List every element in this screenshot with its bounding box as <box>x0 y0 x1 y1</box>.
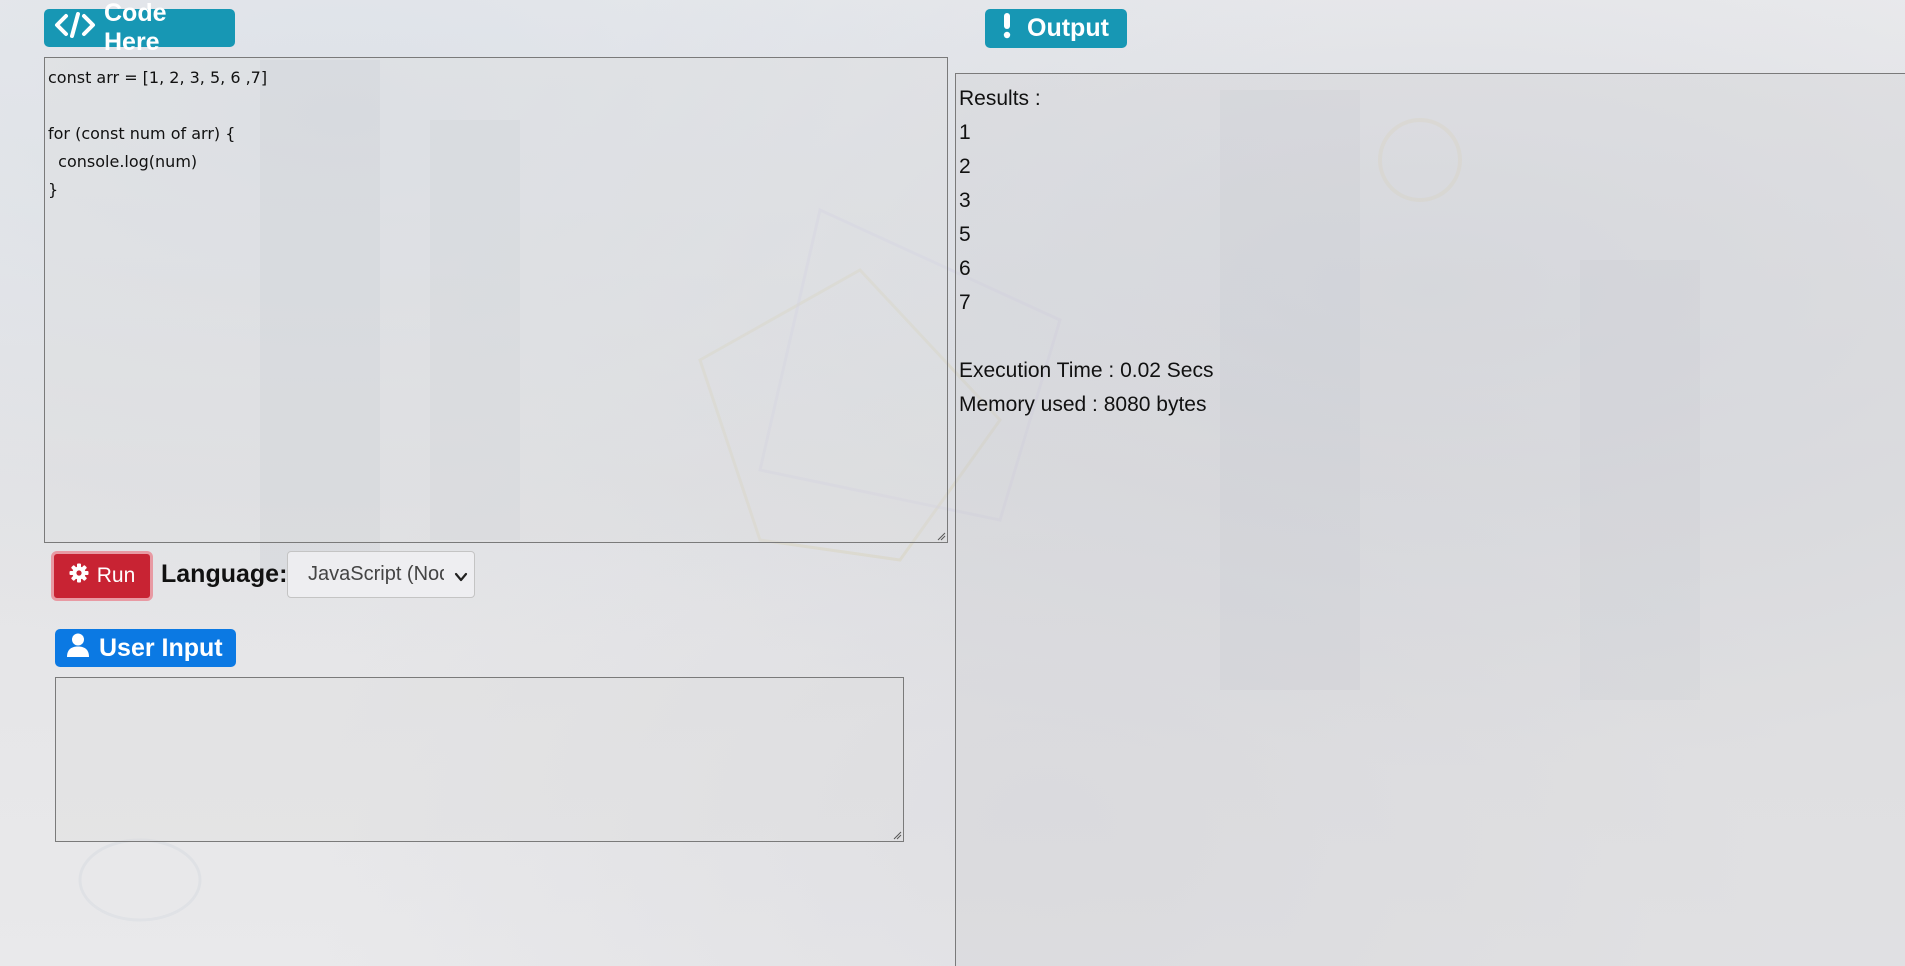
output-spacer <box>959 320 1902 354</box>
memory-used: Memory used : 8080 bytes <box>959 393 1207 416</box>
user-icon <box>65 632 91 665</box>
language-selected-value: JavaScript (Node.js) <box>308 563 444 585</box>
output-label: Output <box>1027 14 1109 42</box>
code-editor-resize-grip[interactable] <box>936 531 946 541</box>
code-here-header: Code Here <box>44 0 235 56</box>
output-line: 2 <box>959 155 971 178</box>
output-header: Output <box>985 9 1127 48</box>
language-label: Language: <box>161 560 288 588</box>
results-label: Results : <box>959 87 1041 110</box>
code-editor[interactable]: const arr = [1, 2, 3, 5, 6 ,7] for (cons… <box>44 57 948 543</box>
output-line: 7 <box>959 291 971 314</box>
chevron-down-icon <box>454 567 468 590</box>
user-input-resize-grip[interactable] <box>892 830 902 840</box>
exclamation-icon <box>995 11 1019 46</box>
code-here-label: Code Here <box>104 0 167 56</box>
output-line: 5 <box>959 223 971 246</box>
gear-icon <box>69 563 89 589</box>
language-select[interactable]: JavaScript (Node.js) <box>287 551 475 598</box>
run-button[interactable]: Run <box>51 551 153 601</box>
output-panel: Results : 1 2 3 5 6 7 Execution Time : 0… <box>955 73 1905 966</box>
run-label: Run <box>96 564 136 587</box>
code-icon <box>54 11 96 45</box>
user-input-label: User Input <box>99 633 223 662</box>
user-input-header: User Input <box>55 629 236 667</box>
output-line: 3 <box>959 189 971 212</box>
execution-time: Execution Time : 0.02 Secs <box>959 359 1214 382</box>
output-line: 6 <box>959 257 971 280</box>
user-input-field[interactable] <box>55 677 904 842</box>
output-line: 1 <box>959 121 971 144</box>
